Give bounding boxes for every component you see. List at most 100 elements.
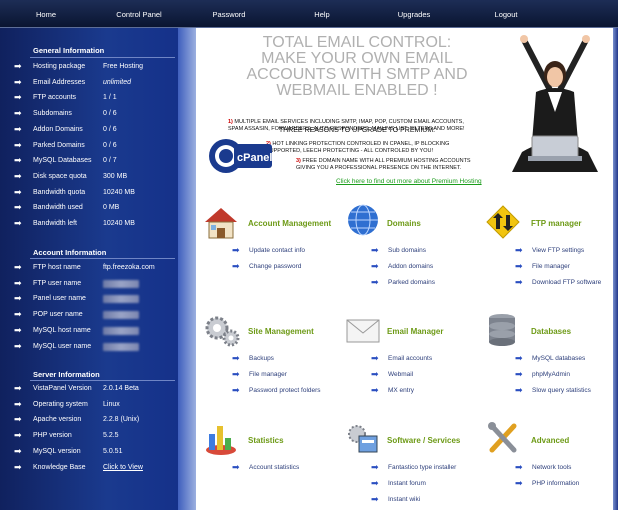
- arrow-right-icon: ➡: [371, 494, 379, 504]
- reason-number: 1): [228, 119, 233, 125]
- category-link-label: Parked domains: [388, 279, 435, 286]
- house-icon: [205, 208, 237, 239]
- info-row: ➡ Parked Domains 0 / 6: [0, 140, 178, 154]
- knowledge-base-link[interactable]: Click to View: [103, 464, 143, 471]
- category-link-label: Download FTP software: [532, 279, 602, 286]
- arrow-right-icon: ➡: [14, 461, 22, 472]
- category-title[interactable]: Email Manager: [387, 327, 443, 336]
- promo-reason-1: 1) MULTIPLE EMAIL SERVICES INCLUDING SMT…: [228, 119, 473, 132]
- info-value: 0 / 7: [103, 157, 117, 165]
- info-row: ➡ FTP host name ftp.freezoka.com: [0, 262, 178, 276]
- arrow-right-icon: ➡: [14, 430, 22, 441]
- arrow-right-icon: ➡: [515, 245, 523, 255]
- info-value: 5.0.51: [103, 447, 123, 455]
- info-label: Panel user name: [33, 295, 86, 303]
- nav-control-panel[interactable]: Control Panel: [116, 10, 161, 19]
- premium-hosting-link[interactable]: Click here to find out more about Premiu…: [336, 178, 482, 185]
- category-link-label: Backups: [249, 355, 274, 362]
- info-label: Bandwidth used: [33, 204, 83, 212]
- nav-upgrades[interactable]: Upgrades: [398, 10, 431, 19]
- category-link-label: Sub domains: [388, 247, 426, 254]
- info-value: 1 / 1: [103, 94, 117, 102]
- arrow-right-icon: ➡: [371, 353, 379, 363]
- divider: [30, 380, 175, 381]
- info-value: Linux: [103, 400, 120, 408]
- arrow-right-icon: ➡: [14, 92, 22, 103]
- promo-headline-2: MAKE YOUR OWN EMAIL: [261, 50, 453, 67]
- info-value: 2.2.8 (Unix): [103, 416, 140, 424]
- control-panel-main: [196, 190, 613, 510]
- arrow-right-icon: ➡: [515, 478, 523, 488]
- info-label: FTP accounts: [33, 94, 77, 102]
- category-link-label: Fantastico type installer: [388, 464, 457, 471]
- info-value: unlimited: [103, 78, 132, 86]
- info-label: Bandwidth left: [33, 220, 77, 227]
- nav-password[interactable]: Password: [213, 10, 246, 19]
- category-link-label: Webmail: [388, 371, 414, 378]
- category-link-label: MySQL databases: [532, 355, 586, 362]
- info-label: Parked Domains: [33, 141, 85, 149]
- arrow-right-icon: ➡: [232, 245, 240, 255]
- info-value: [103, 311, 139, 320]
- info-label: Knowledge Base: [33, 463, 86, 471]
- promo-reason-2: 2) HOT LINKING PROTECTION CONTROLED IN C…: [266, 141, 456, 154]
- category-title[interactable]: Site Management: [248, 327, 314, 336]
- category-title[interactable]: Account Management: [248, 219, 331, 228]
- arrow-right-icon: ➡: [14, 309, 22, 320]
- info-label: Disk space quota: [33, 172, 87, 180]
- category-link-label: File manager: [532, 263, 570, 270]
- info-row: ➡ FTP user name: [0, 278, 178, 292]
- category-link-label: MX entry: [388, 387, 415, 394]
- nav-logout[interactable]: Logout: [495, 10, 518, 19]
- reason-text: HOT LINKING PROTECTION CONTROLED IN CPAN…: [266, 141, 450, 154]
- arrow-right-icon: ➡: [515, 369, 523, 379]
- info-row: ➡ Operating system Linux: [0, 399, 178, 413]
- category-link-label: phpMyAdmin: [532, 371, 570, 378]
- arrow-right-icon: ➡: [14, 76, 22, 87]
- category-title[interactable]: FTP manager: [531, 219, 582, 228]
- info-value: [103, 279, 139, 288]
- promo-headline-3: ACCOUNTS WITH SMTP AND: [246, 66, 468, 83]
- info-label: MySQL user name: [33, 342, 92, 350]
- info-value: 300 MB: [103, 172, 128, 180]
- info-value: 5.2.5: [103, 432, 119, 440]
- nav-help[interactable]: Help: [314, 10, 329, 19]
- tools-icon: [488, 422, 517, 453]
- category-link-label: Network tools: [532, 464, 572, 471]
- info-row: ➡ VistaPanel Version 2.0.14 Beta: [0, 383, 178, 397]
- category-link-label: Addon domains: [388, 263, 434, 270]
- arrow-right-icon: ➡: [14, 218, 22, 228]
- info-row: ➡ Disk space quota 300 MB: [0, 171, 178, 185]
- reason-number: 3): [296, 158, 301, 164]
- database-icon: [489, 314, 515, 346]
- arrow-right-icon: ➡: [14, 108, 22, 119]
- globe-icon: [348, 204, 378, 236]
- info-row: ➡ MySQL user name: [0, 341, 178, 355]
- arrow-right-icon: ➡: [14, 445, 22, 456]
- arrow-right-icon: ➡: [14, 324, 22, 335]
- info-value: [103, 342, 139, 351]
- info-value: Free Hosting: [103, 63, 144, 70]
- info-row: ➡ Subdomains 0 / 6: [0, 108, 178, 122]
- redacted-value: [103, 342, 139, 351]
- arrow-right-icon: ➡: [232, 369, 240, 379]
- gears-icon: [205, 316, 240, 347]
- info-label: FTP host name: [33, 264, 81, 271]
- category-title[interactable]: Statistics: [248, 436, 284, 445]
- category-title[interactable]: Domains: [387, 219, 421, 228]
- category-title[interactable]: Databases: [531, 327, 571, 336]
- account-info-title: Account Information: [33, 248, 107, 257]
- divider: [30, 258, 175, 259]
- nav-home[interactable]: Home: [36, 10, 56, 19]
- redacted-value: [103, 295, 139, 304]
- arrow-right-icon: ➡: [371, 462, 379, 472]
- info-value: 10240 MB: [103, 220, 135, 227]
- category-link-label: Instant wiki: [388, 496, 421, 503]
- info-label: VistaPanel Version: [33, 385, 92, 392]
- category-title[interactable]: Software / Services: [387, 436, 460, 445]
- arrow-right-icon: ➡: [14, 383, 22, 393]
- category-link-label: Account statistics: [249, 464, 300, 471]
- category-title[interactable]: Advanced: [531, 436, 569, 445]
- sidebar-edge: [178, 28, 196, 510]
- category-link-label: Slow query statistics: [532, 387, 591, 394]
